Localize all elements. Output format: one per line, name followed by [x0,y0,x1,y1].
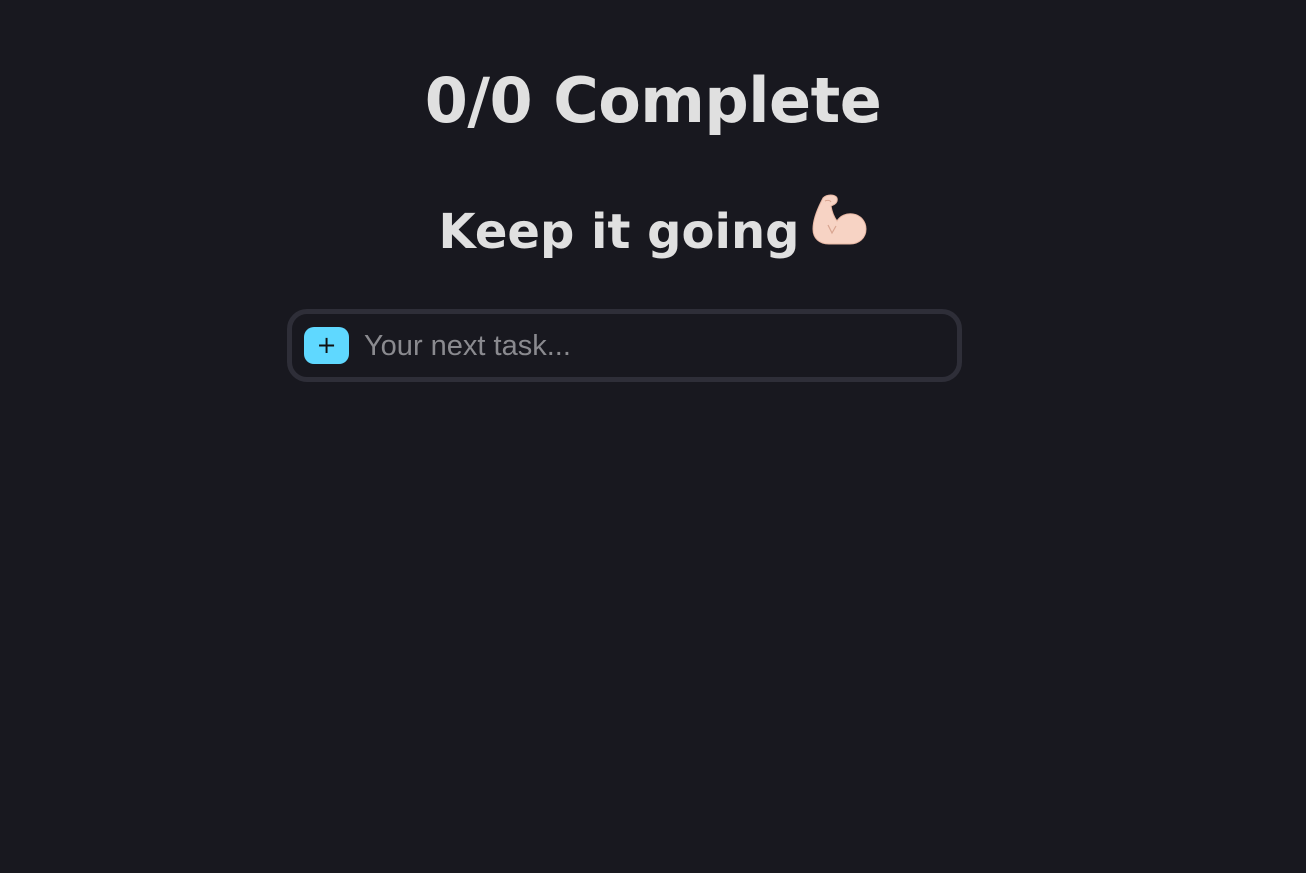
progress-title: 0/0 Complete [424,64,882,137]
new-task-form: + [287,309,962,382]
motivation-heading: Keep it going [0,194,1306,272]
task-input[interactable] [364,324,934,368]
motivation-text: Keep it going [438,204,800,260]
add-task-button[interactable]: + [304,327,349,364]
flexed-biceps-icon [809,192,867,266]
